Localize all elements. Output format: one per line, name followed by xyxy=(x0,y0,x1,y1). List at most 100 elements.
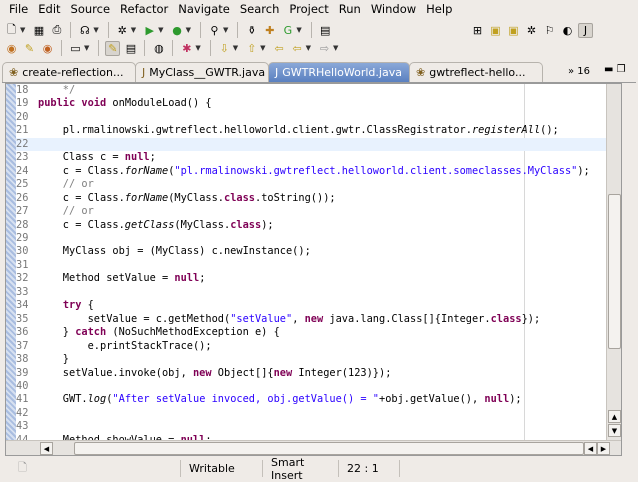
code-line[interactable]: 26 c = Class.forName(MyClass.class.toStr… xyxy=(16,192,612,205)
code-line[interactable]: 37 e.printStackTrace(); xyxy=(16,340,612,353)
code-line[interactable]: 27 // or xyxy=(16,205,612,218)
search-icon[interactable]: ⚲ xyxy=(207,23,222,38)
code-lines[interactable]: 18 */19 public void onModuleLoad() {20 21 … xyxy=(16,84,612,440)
code-line[interactable]: 21 pl.rmalinowski.gwtreflect.helloworld.… xyxy=(16,124,612,137)
forward-icon[interactable]: ⇨ xyxy=(317,41,332,56)
tab-gwtrhelloworld-java[interactable]: JGWTRHelloWorld.java✖ xyxy=(268,62,421,82)
dropdown-arrow-icon[interactable]: ▼ xyxy=(195,44,200,52)
code-line[interactable]: 25 // or xyxy=(16,178,612,191)
debug-perspective-icon[interactable]: ✲ xyxy=(524,23,539,38)
code-line[interactable]: 39 setValue.invoke(obj, new Object[]{new… xyxy=(16,367,612,380)
menu-edit[interactable]: Edit xyxy=(38,2,60,16)
vertical-scrollbar[interactable]: ▲ ▼ xyxy=(606,84,621,440)
open-resource-icon[interactable]: ✎ xyxy=(22,41,37,56)
gwt-compile-icon[interactable]: ☊ xyxy=(77,23,92,38)
menu-file[interactable]: File xyxy=(9,2,28,16)
save-icon[interactable]: ▦ xyxy=(31,23,46,38)
print-icon[interactable]: ⎙ xyxy=(49,23,64,38)
dropdown-arrow-icon[interactable]: ▼ xyxy=(296,26,301,34)
menu-search[interactable]: Search xyxy=(240,2,280,16)
java-perspective-icon[interactable]: J xyxy=(578,22,593,38)
last-edit-location-icon[interactable]: ⇦ xyxy=(272,41,287,56)
code-line[interactable]: 43 xyxy=(16,420,612,433)
code-line[interactable]: 41 GWT.log("After setValue invoced, obj.… xyxy=(16,393,612,406)
dropdown-arrow-icon[interactable]: ▼ xyxy=(260,44,265,52)
open-task-list-icon[interactable]: ◉ xyxy=(40,41,55,56)
code-line[interactable]: 23 Class c = null; xyxy=(16,151,612,164)
code-line[interactable]: 22 xyxy=(16,137,612,152)
open-perspective-icon[interactable]: ⊞ xyxy=(470,23,485,38)
minimize-maximize-buttons[interactable]: ▬ ❐ xyxy=(604,64,626,75)
tabs-overflow[interactable]: » 16 xyxy=(568,66,590,77)
menu-navigate[interactable]: Navigate xyxy=(178,2,230,16)
new-fast-view-icon[interactable]: 🗋 xyxy=(0,459,180,478)
open-type-icon[interactable]: ◉ xyxy=(4,41,19,56)
code-line[interactable]: 33 xyxy=(16,286,612,299)
dropdown-arrow-icon[interactable]: ▼ xyxy=(306,44,311,52)
menu-window[interactable]: Window xyxy=(371,2,416,16)
back-icon[interactable]: ⇦ xyxy=(290,41,305,56)
code-line[interactable]: 29 xyxy=(16,232,612,245)
toggle-mark-occurrences-icon[interactable]: ✎ xyxy=(105,40,121,56)
code-line[interactable]: 19 public void onModuleLoad() { xyxy=(16,97,612,110)
code-line[interactable]: 18 */ xyxy=(16,84,612,97)
run-icon[interactable]: ▶ xyxy=(142,23,157,38)
menu-source[interactable]: Source xyxy=(71,2,111,16)
new-wizard-icon[interactable]: 🗋 xyxy=(4,23,19,38)
code-line[interactable]: 38 } xyxy=(16,353,612,366)
dropdown-arrow-icon[interactable]: ▼ xyxy=(131,26,136,34)
previous-annotation-icon[interactable]: ⇧ xyxy=(244,41,259,56)
new-package-icon[interactable]: ✚ xyxy=(262,23,277,38)
dropdown-arrow-icon[interactable]: ▼ xyxy=(186,26,191,34)
open-task-icon[interactable]: ▤ xyxy=(318,23,333,38)
menu-help[interactable]: Help xyxy=(426,2,452,16)
run-external-tool-icon[interactable]: ● xyxy=(170,23,185,38)
dropdown-arrow-icon[interactable]: ▼ xyxy=(233,44,238,52)
minimize-icon[interactable]: ▬ xyxy=(604,64,613,75)
tab-gwtreflect-hello-[interactable]: ❀ gwtreflect-hello... xyxy=(409,62,543,82)
dropdown-arrow-icon[interactable]: ▼ xyxy=(158,26,163,34)
horizontal-scrollbar[interactable]: ◀ ◀ ▶ xyxy=(6,440,621,455)
scroll-left-button-2[interactable]: ◀ xyxy=(584,442,597,455)
code-line[interactable]: 30 MyClass obj = (MyClass) c.newInstance… xyxy=(16,245,612,258)
code-line[interactable]: 24 c = Class.forName("pl.rmalinowski.gwt… xyxy=(16,165,612,178)
debug-icon[interactable]: ✲ xyxy=(115,23,130,38)
code-line[interactable]: 42 xyxy=(16,407,612,420)
java-ee-perspective-icon[interactable]: ▣ xyxy=(488,23,503,38)
code-editor[interactable]: 18 */19 public void onModuleLoad() {20 21 … xyxy=(5,83,622,456)
dropdown-arrow-icon[interactable]: ▼ xyxy=(84,44,89,52)
menu-refactor[interactable]: Refactor xyxy=(120,2,168,16)
scroll-down-button[interactable]: ▼ xyxy=(608,424,621,437)
code-line[interactable]: 36 } catch (NoSuchMethodException e) { xyxy=(16,326,612,339)
code-line[interactable]: 35 setValue = c.getMethod("setValue", ne… xyxy=(16,313,612,326)
plugin-perspective-icon[interactable]: ◐ xyxy=(560,23,575,38)
code-line[interactable]: 20 xyxy=(16,111,612,124)
breakpoint-icon[interactable]: ✱ xyxy=(179,41,194,56)
scroll-right-button[interactable]: ▶ xyxy=(597,442,610,455)
horizontal-scroll-thumb[interactable] xyxy=(74,442,584,455)
dropdown-arrow-icon[interactable]: ▼ xyxy=(333,44,338,52)
code-line[interactable]: 32 Method setValue = null; xyxy=(16,272,612,285)
database-perspective-icon[interactable]: ▣ xyxy=(506,23,521,38)
dropdown-arrow-icon[interactable]: ▼ xyxy=(223,26,228,34)
dropdown-arrow-icon[interactable]: ▼ xyxy=(20,26,25,34)
new-class-icon[interactable]: G xyxy=(280,23,295,38)
tab-myclass-gwtr-java[interactable]: J MyClass__GWTR.java xyxy=(135,62,269,82)
code-line[interactable]: 28 c = Class.getClass(MyClass.class); xyxy=(16,219,612,232)
vertical-scroll-thumb[interactable] xyxy=(608,194,621,349)
dropdown-arrow-icon[interactable]: ▼ xyxy=(93,26,98,34)
maximize-icon[interactable]: ❐ xyxy=(617,64,626,75)
scroll-up-button[interactable]: ▲ xyxy=(608,410,621,423)
scroll-left-button[interactable]: ◀ xyxy=(40,442,53,455)
code-line[interactable]: 31 xyxy=(16,259,612,272)
tab-create-reflection-[interactable]: ❀ create-reflection... xyxy=(2,62,136,82)
menu-project[interactable]: Project xyxy=(289,2,328,16)
code-line[interactable]: 40 xyxy=(16,380,612,393)
menu-run[interactable]: Run xyxy=(339,2,361,16)
show-whitespace-icon[interactable]: ▤ xyxy=(123,41,138,56)
code-line[interactable]: 34 try { xyxy=(16,299,612,312)
open-folder-icon[interactable]: ▭ xyxy=(68,41,83,56)
team-perspective-icon[interactable]: ⚐ xyxy=(542,23,557,38)
next-annotation-icon[interactable]: ⇩ xyxy=(217,41,232,56)
new-java-project-icon[interactable]: ⚱ xyxy=(244,23,259,38)
